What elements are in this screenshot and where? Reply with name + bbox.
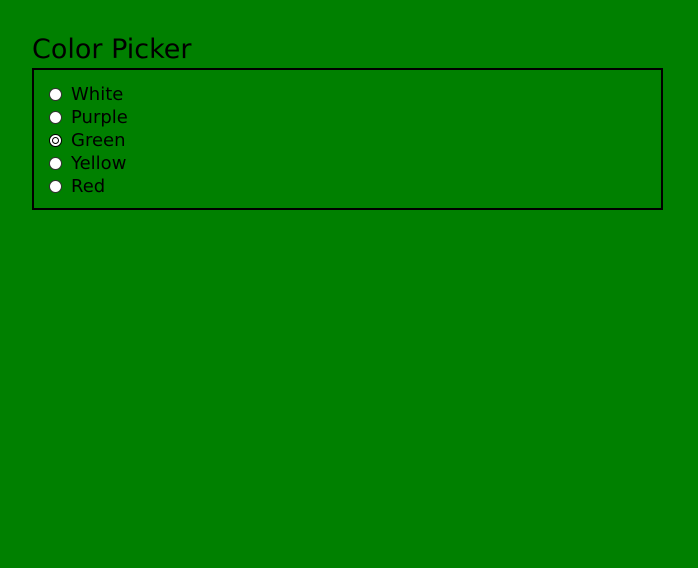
option-purple[interactable]: Purple <box>49 106 661 129</box>
option-label-green: Green <box>71 130 126 151</box>
color-picker-app: Color Picker White Purple Green Yellow R… <box>32 32 663 210</box>
option-label-white: White <box>71 84 124 105</box>
option-label-purple: Purple <box>71 107 128 128</box>
option-label-red: Red <box>71 176 106 197</box>
radio-purple[interactable] <box>49 111 62 124</box>
radio-green[interactable] <box>49 134 62 147</box>
option-red[interactable]: Red <box>49 175 661 198</box>
color-options-panel: White Purple Green Yellow Red <box>32 68 663 210</box>
radio-white[interactable] <box>49 88 62 101</box>
option-label-yellow: Yellow <box>71 153 127 174</box>
option-yellow[interactable]: Yellow <box>49 152 661 175</box>
page-title: Color Picker <box>32 34 192 65</box>
radio-yellow[interactable] <box>49 157 62 170</box>
option-white[interactable]: White <box>49 83 661 106</box>
option-green[interactable]: Green <box>49 129 661 152</box>
radio-red[interactable] <box>49 180 62 193</box>
